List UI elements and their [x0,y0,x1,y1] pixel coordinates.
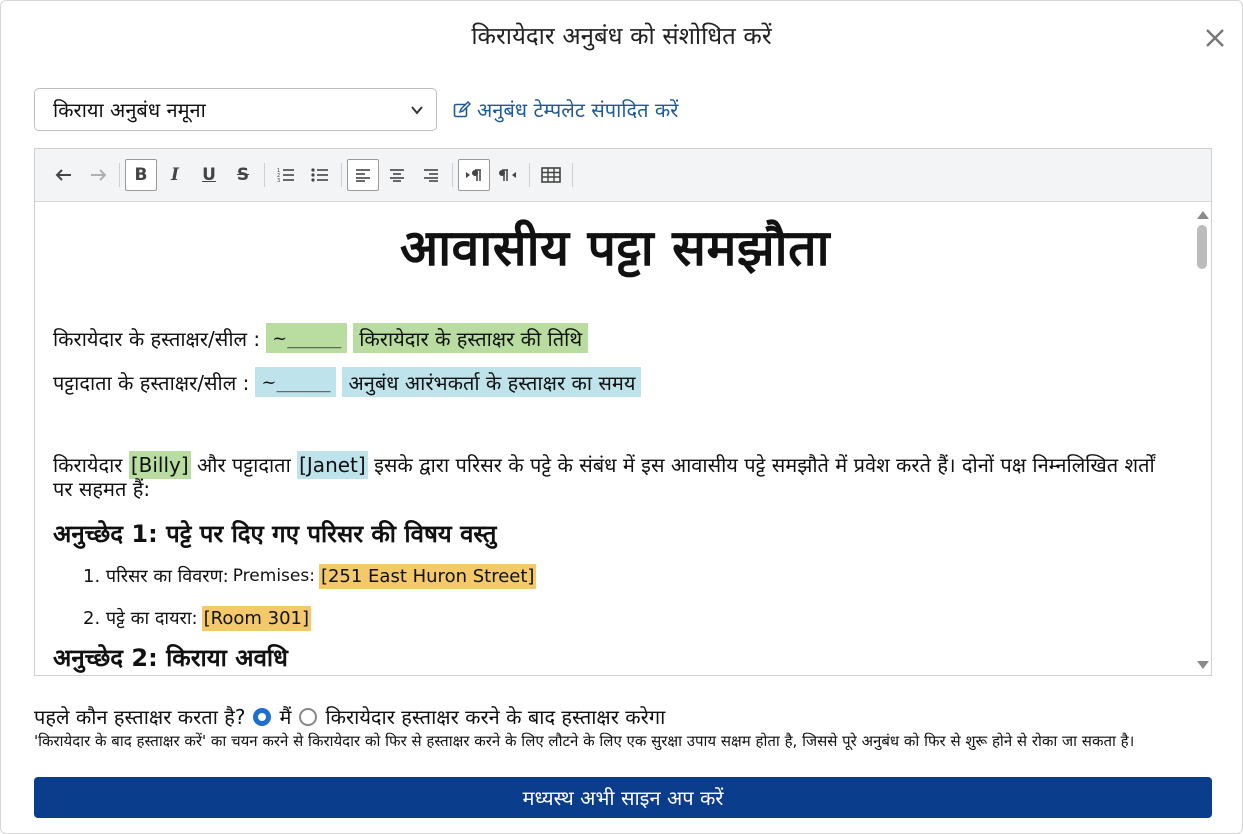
lease-scope-label: 2. पट्टे का दायरा: [83,608,198,629]
strikethrough-button[interactable]: S [227,159,259,191]
landlord-signature-field[interactable]: ~______ [255,367,337,397]
toolbar-separator [452,163,453,187]
landlord-signature-label: पट्टादाता के हस्ताक्षर/सील : [53,370,250,395]
tenant-signature-field[interactable]: ~______ [266,323,348,353]
editor-toolbar: B I U S 1 2 3 [35,149,1211,202]
redo-icon [91,169,107,181]
tenant-signature-line: किरायेदार के हस्ताक्षर/सील : ~______ किर… [53,321,1177,355]
align-right-icon [424,169,438,182]
modal-title: किरायेदार अनुबंध को संशोधित करें [471,22,772,50]
radio-tenant-after-label[interactable]: किरायेदार हस्ताक्षर करने के बाद हस्ताक्ष… [325,703,665,730]
edit-icon [453,100,471,117]
article-2-heading: अनुच्छेद 2: किराया अवधि [53,644,288,672]
radio-me[interactable] [253,707,272,726]
list-item: 2. पट्टे का दायरा: [Room 301] [83,601,1177,635]
table-icon [541,167,561,183]
tenant-signature-label: किरायेदार के हस्ताक्षर/सील : [53,326,261,351]
italic-button[interactable]: I [159,159,191,191]
landlord-signature-line: पट्टादाता के हस्ताक्षर/सील : ~______ अनु… [53,365,1177,399]
premises-address-field[interactable]: [251 East Huron Street] [318,563,537,589]
scroll-up-arrow-icon[interactable] [1197,211,1209,219]
template-select[interactable]: किराया अनुबंध नमूना [34,88,437,131]
align-left-button[interactable] [347,159,379,191]
modify-agreement-modal: किरायेदार अनुबंध को संशोधित करें किराया … [0,0,1243,834]
toolbar-separator [341,163,342,187]
toolbar-separator [572,163,573,187]
premises-description-label: 1. परिसर का विवरण: [83,566,229,587]
close-button[interactable] [1204,27,1226,49]
lease-scope-field[interactable]: [Room 301] [201,605,311,631]
document-content[interactable]: आवासीय पट्टा समझौता किरायेदार के हस्ताक्… [35,203,1195,675]
article-1-heading: अनुच्छेद 1: पट्टे पर दिए गए परिसर की विष… [53,520,497,548]
chevron-down-icon [411,105,423,115]
align-left-icon [356,169,370,182]
ltr-button[interactable] [458,159,490,191]
radio-tenant-after[interactable] [299,707,318,726]
landlord-signature-time-field[interactable]: अनुबंध आरंभकर्ता के हस्ताक्षर का समय [342,367,642,397]
intro-text: और पट्टादाता [197,453,291,477]
ordered-list-icon: 1 2 3 [277,168,294,183]
underline-button[interactable]: U [193,159,225,191]
unordered-list-icon [311,168,328,182]
align-center-button[interactable] [381,159,413,191]
signing-note: 'किरायेदार के बाद हस्ताक्षर करें' का चयन… [34,732,1135,750]
table-button[interactable] [535,159,567,191]
svg-text:3: 3 [277,178,280,183]
align-right-button[interactable] [415,159,447,191]
unordered-list-button[interactable] [304,159,336,191]
toolbar-separator [119,163,120,187]
template-select-value: किराया अनुबंध नमूना [53,98,206,122]
edit-template-link[interactable]: अनुबंध टेम्पलेट संपादित करें [453,96,678,123]
tenant-signature-date-field[interactable]: किरायेदार के हस्ताक्षर की तिथि [353,323,589,353]
tenant-name-field[interactable]: [Billy] [128,451,191,479]
signing-question: पहले कौन हस्ताक्षर करता है? [34,705,246,729]
toolbar-separator [264,163,265,187]
premises-prefix: Premises: [232,566,315,586]
ltr-icon [466,169,481,181]
landlord-name-field[interactable]: [Janet] [297,451,368,479]
ordered-list-button[interactable]: 1 2 3 [270,159,302,191]
close-icon [1206,29,1224,47]
edit-template-label: अनुबंध टेम्पलेट संपादित करें [477,98,679,122]
intro-paragraph: किरायेदार [Billy] और पट्टादाता [Janet] इ… [53,451,1177,501]
rich-text-editor: B I U S 1 2 3 आवासीय पट्टा समझौता किराये… [34,148,1212,676]
list-item: 1. परिसर का विवरण: Premises: [251 East H… [83,559,1177,593]
toolbar-separator [529,163,530,187]
undo-button[interactable] [48,159,80,191]
undo-icon [55,169,71,181]
document-title: आवासीय पट्टा समझौता [399,219,831,277]
redo-button[interactable] [82,159,114,191]
editor-scrollbar[interactable] [1193,203,1211,675]
rtl-button[interactable] [492,159,524,191]
align-center-icon [390,169,404,182]
signing-order: पहले कौन हस्ताक्षर करता है? मैं किरायेदा… [34,703,665,730]
radio-me-label[interactable]: मैं [279,703,291,730]
sign-up-button[interactable]: मध्यस्थ अभी साइन अप करें [34,777,1212,818]
scroll-down-arrow-icon[interactable] [1197,661,1209,669]
bold-button[interactable]: B [125,159,157,191]
rtl-icon [499,169,516,181]
scroll-thumb[interactable] [1197,225,1207,269]
intro-text: किरायेदार [53,453,123,477]
